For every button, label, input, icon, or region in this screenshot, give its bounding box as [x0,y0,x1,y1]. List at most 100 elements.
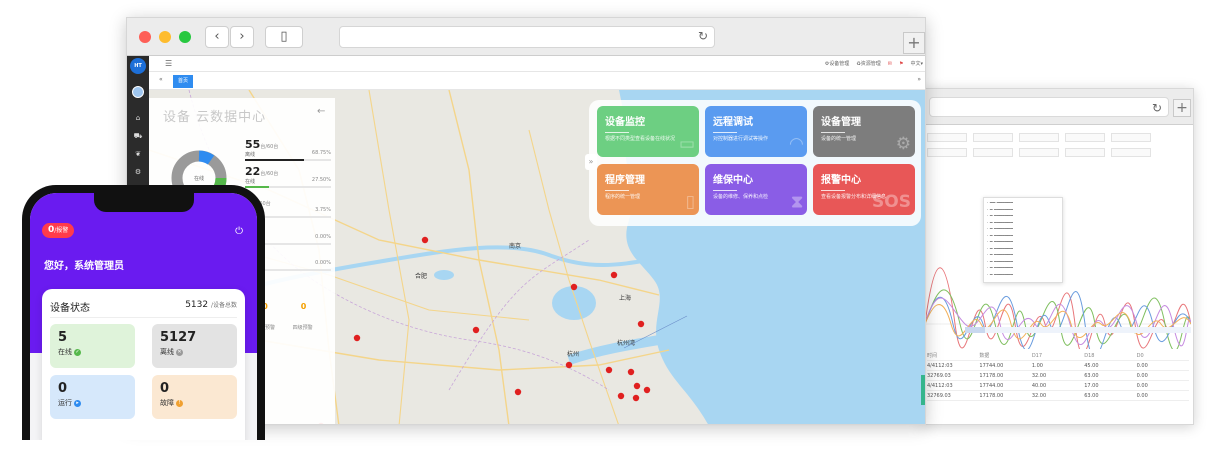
status-tile[interactable]: 0 运行 ▸ [50,375,135,419]
stat-percent: 27.50% [311,177,331,183]
filter-field[interactable] [1065,133,1105,142]
map-marker-icon[interactable] [632,394,640,402]
module-card[interactable]: 报警中心 查看设备报警分布和详细信息 SOS [813,164,915,215]
card-title: 程序管理 [605,175,645,186]
filter-field[interactable] [927,133,967,142]
tab-scroll-right-icon[interactable]: » [917,76,921,83]
stat-percent: 68.75% [311,150,331,156]
phone-screen: 0/报警 ⏻ 您好，系统管理员 设备状态 5132 /设备总数 5 在线 ✓ 5127… [30,193,257,440]
status-label: 离线 ✕ [160,348,183,356]
map-marker-icon[interactable] [570,283,578,291]
stat-unit: 台/60台 [260,171,279,177]
map-marker-icon[interactable] [617,392,625,400]
map-side-handle[interactable] [921,375,926,405]
tab-home[interactable]: 首页 [173,75,193,88]
module-card[interactable]: 设备管理 设备的统一管理 ⚙ [813,106,915,157]
table-cell: 32.00 [1031,372,1047,379]
table-row: 32769.03 17178.00 32.00 63.00 0.00 [927,391,1189,401]
forward-button[interactable]: › [230,26,254,48]
filter-field[interactable] [1111,148,1151,157]
new-tab-button[interactable]: + [903,32,925,54]
address-bar[interactable]: ↻ [339,26,715,48]
table-cell: 0.00 [1136,382,1148,389]
table-cell: 1.00 [1031,362,1043,369]
filter-field[interactable] [927,148,967,157]
reload-icon[interactable]: ↻ [1152,101,1162,115]
table-row: 32769.03 17178.00 32.00 63.00 0.00 [927,371,1189,381]
menu-toggle-icon[interactable]: ☰ [165,59,172,68]
reload-icon[interactable]: ↻ [698,29,708,43]
card-divider [713,190,737,191]
alarm-label: 四级预警 [292,325,313,331]
card-deco-icon: ⧗ [791,192,803,212]
device-total: 5132 /设备总数 [185,300,237,310]
secondary-address-bar[interactable]: ↻ [929,97,1169,117]
module-card[interactable]: 维保中心 设备的维修、保养和点检 ⧗ [705,164,807,215]
map-marker-icon[interactable] [643,386,651,394]
map-marker-icon[interactable] [353,334,361,342]
map-marker-icon[interactable] [637,320,645,328]
tab-bar: « 首页 » [149,73,925,90]
card-deco-icon: SOS [872,192,911,212]
card-divider [605,190,629,191]
map-marker-icon[interactable] [421,236,429,244]
filter-field[interactable] [973,148,1013,157]
status-tile[interactable]: 5 在线 ✓ [50,324,135,368]
table-cell: 32769.03 [927,392,951,399]
map-marker-icon[interactable] [472,326,480,334]
table-cell: 17744.00 [979,382,1004,389]
map-marker-icon[interactable] [627,368,635,376]
sidebar-item-settings[interactable]: ⚙ [133,168,143,176]
module-card[interactable]: 设备监控 根据不同类型查看设备在线状况 ▭ [597,106,699,157]
filter-field[interactable] [1065,148,1105,157]
minimize-window-button[interactable] [159,31,171,43]
flag-icon[interactable]: ⚑ [899,61,903,67]
new-tab-button[interactable]: + [1173,99,1191,117]
resource-management-link[interactable]: ♻资源管理 [856,60,880,67]
maximize-window-button[interactable] [179,31,191,43]
map-marker-icon[interactable] [633,382,641,390]
power-icon[interactable]: ⏻ [235,226,243,237]
stat-count: 55 [245,138,261,151]
city-label: 上海 [619,294,631,302]
sidebar-item-home[interactable]: ⌂ [133,114,143,122]
chart-tooltip: · ━━ ━━━━━━ · ━ ━━━━━━━ · ━ ━━━━━━━ · ━ ━━━… [983,197,1063,283]
status-tile[interactable]: 5127 离线 ✕ [152,324,237,368]
filter-field[interactable] [973,133,1013,142]
map-marker-icon[interactable] [514,388,522,396]
sidebar-item-cart[interactable]: ⛟ [133,132,143,141]
city-label: 南京 [509,242,521,250]
sidebar-item-leaf[interactable]: ❦ [133,150,143,158]
module-card[interactable]: 远程调试 对控制器进行调试等操作 ◠ [705,106,807,157]
device-management-link[interactable]: ⚙设备管理 [825,60,849,67]
status-value: 5 [58,330,68,345]
card-title: 远程调试 [713,117,753,128]
filter-area [927,133,1189,173]
language-select[interactable]: 中文▾ [910,60,923,67]
back-button[interactable]: ‹ [205,26,229,48]
avatar[interactable] [132,86,144,98]
panel-title: 设备 云数据中心 [163,110,267,125]
filter-field[interactable] [1019,133,1059,142]
status-tile[interactable]: 0 故障! [152,375,237,419]
collapse-arrow-icon[interactable]: ← [317,106,325,117]
stat-bar [245,159,331,161]
table-cell: 17744.00 [979,362,1004,369]
map-marker-icon[interactable] [605,366,613,374]
map-marker-icon[interactable] [565,361,573,369]
collapse-handle-icon[interactable]: » [585,154,597,170]
sidebar-toggle-button[interactable]: ▯ [265,26,303,48]
stat-bar [245,186,331,188]
map-marker-icon[interactable] [610,271,618,279]
tab-scroll-left-icon[interactable]: « [159,76,163,83]
module-card[interactable]: 程序管理 程序的统一管理 ▯ [597,164,699,215]
filter-field[interactable] [1111,133,1151,142]
donut-label: 在线 [194,175,204,182]
alarm-badge[interactable]: 0/报警 [42,223,75,238]
notification-icon[interactable]: ✉ [888,61,892,67]
close-window-button[interactable] [139,31,151,43]
status-label: 故障! [160,398,229,408]
filter-field[interactable] [1019,148,1059,157]
table-cell: 32769.03 [927,372,951,379]
alarm-count: 0 [300,302,307,311]
